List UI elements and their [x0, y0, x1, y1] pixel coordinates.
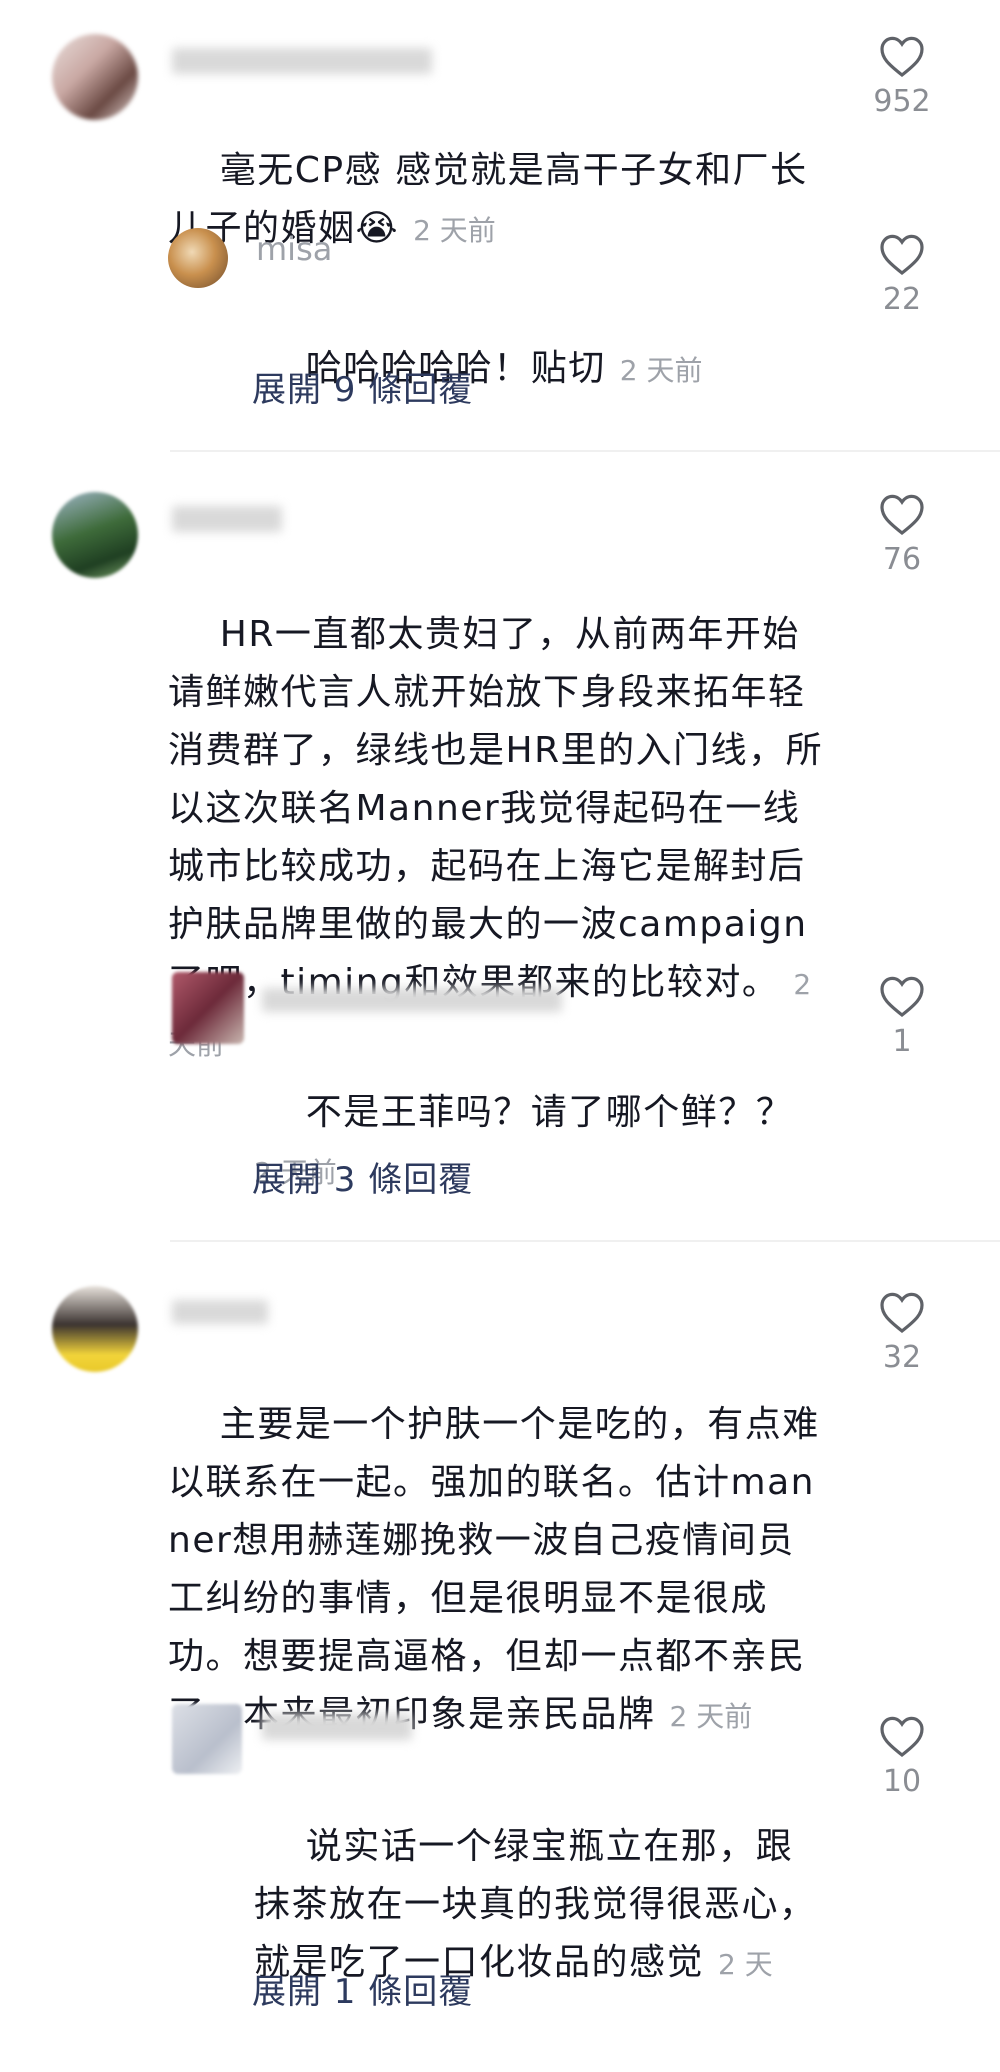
like-count: 22: [882, 282, 922, 317]
reply-text: 不是王菲吗？请了哪个鲜？？ 2 天前: [254, 1092, 794, 1189]
username-redacted[interactable]: [172, 48, 432, 74]
like-count: 10: [882, 1764, 922, 1799]
comment-time: 2 天前: [669, 1700, 753, 1733]
like-count: 32: [882, 1340, 922, 1375]
username-redacted[interactable]: [262, 988, 562, 1012]
username-redacted[interactable]: [262, 1714, 412, 1740]
comment-time: 2 天前: [413, 214, 496, 247]
heart-outline-icon: [880, 494, 924, 536]
like-button[interactable]: 76: [862, 492, 942, 577]
avatar[interactable]: [52, 1286, 138, 1372]
like-button[interactable]: 32: [862, 1290, 942, 1375]
heart-outline-icon: [880, 1292, 924, 1334]
reply-time: 2 天前: [619, 354, 703, 387]
divider: [170, 450, 1000, 452]
heart-outline-icon: [880, 1716, 924, 1758]
username-redacted[interactable]: [172, 506, 282, 532]
avatar[interactable]: [52, 492, 138, 578]
like-button[interactable]: 952: [862, 34, 942, 119]
expand-replies-button[interactable]: 展開 1 條回覆: [252, 1964, 473, 2013]
like-count: 1: [892, 1024, 912, 1059]
like-button[interactable]: 22: [862, 232, 942, 317]
like-button[interactable]: 1: [862, 974, 942, 1059]
like-button[interactable]: 10: [862, 1714, 942, 1799]
divider: [170, 1240, 1000, 1242]
heart-outline-icon: [880, 976, 924, 1018]
username-redacted[interactable]: [172, 1300, 268, 1324]
like-count: 952: [873, 84, 931, 119]
avatar[interactable]: [168, 228, 228, 288]
like-count: 76: [882, 542, 922, 577]
expand-replies-button[interactable]: 展開 3 條回覆: [252, 1152, 473, 1201]
reply-username[interactable]: misa: [256, 230, 332, 268]
reply-time: 2 天: [718, 1948, 773, 1981]
avatar[interactable]: [172, 1704, 242, 1774]
expand-replies-button[interactable]: 展開 9 條回覆: [252, 362, 473, 411]
avatar[interactable]: [172, 972, 244, 1044]
avatar[interactable]: [52, 34, 138, 120]
heart-outline-icon: [880, 234, 924, 276]
heart-outline-icon: [880, 36, 924, 78]
